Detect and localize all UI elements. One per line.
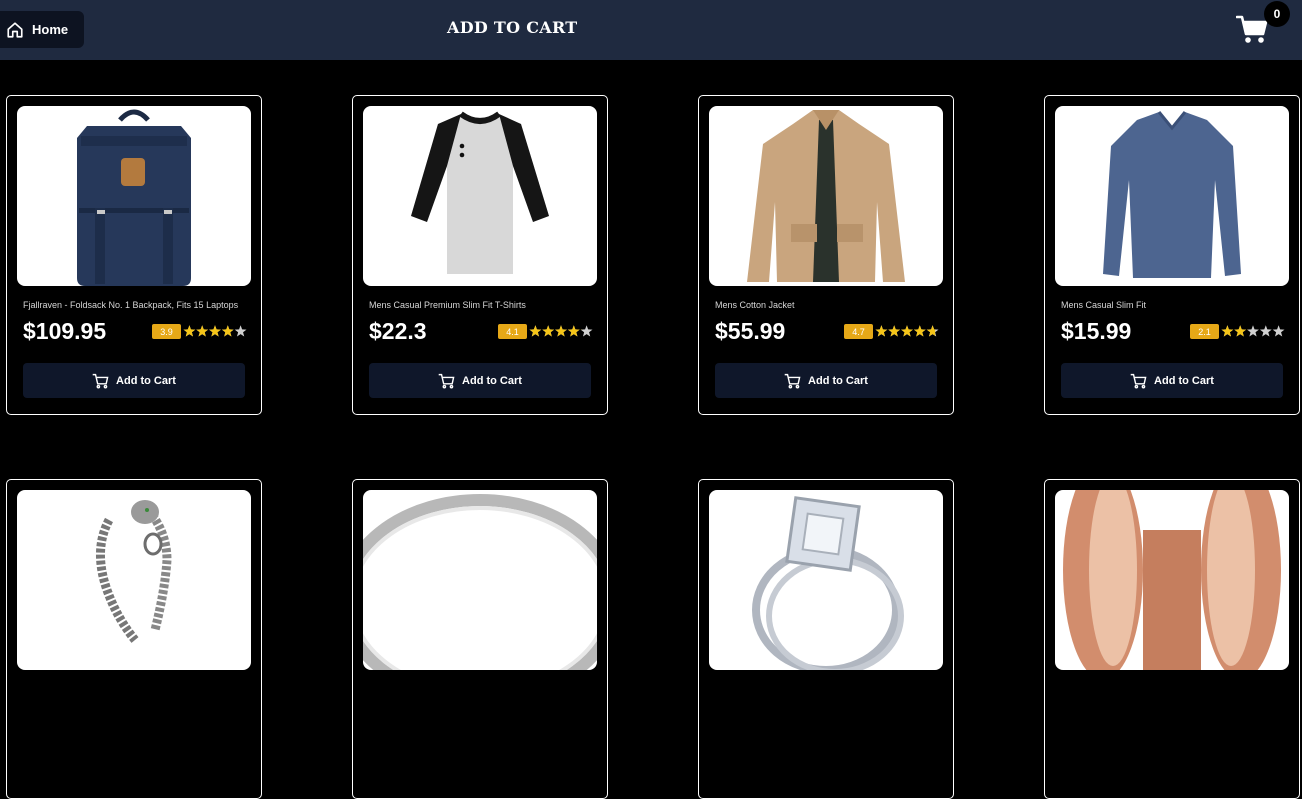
bracelet-image bbox=[95, 500, 172, 643]
product-title: Mens Casual Slim Fit bbox=[1061, 300, 1147, 310]
jacket-image bbox=[747, 110, 905, 282]
backpack-image bbox=[77, 109, 191, 286]
cart-icon bbox=[92, 373, 109, 389]
home-icon bbox=[7, 21, 23, 38]
star-rating bbox=[529, 325, 593, 337]
home-label: Home bbox=[32, 22, 69, 37]
rating-badge: 2.1 bbox=[1190, 324, 1219, 339]
star-empty bbox=[1259, 325, 1272, 337]
product-card: Mens Cotton Jacket $55.99 4.7 Add to Car… bbox=[698, 95, 954, 415]
star-empty bbox=[580, 325, 593, 337]
star-rating bbox=[875, 325, 939, 337]
product-price: $55.99 bbox=[715, 318, 786, 344]
product-image[interactable] bbox=[363, 490, 597, 670]
add-to-cart-label: Add to Cart bbox=[1154, 374, 1214, 387]
product-card bbox=[1044, 479, 1300, 799]
star-filled bbox=[901, 325, 913, 337]
star-filled bbox=[555, 325, 567, 337]
add-to-cart-button[interactable]: Add to Cart bbox=[369, 363, 591, 398]
add-to-cart-button[interactable]: Add to Cart bbox=[715, 363, 937, 398]
add-to-cart-label: Add to Cart bbox=[116, 374, 176, 387]
product-price: $15.99 bbox=[1061, 318, 1132, 344]
rating-badge: 3.9 bbox=[152, 324, 181, 339]
product-title: Mens Casual Premium Slim Fit T-Shirts bbox=[369, 300, 526, 310]
product-price: $22.3 bbox=[369, 318, 427, 344]
star-filled bbox=[567, 325, 580, 337]
star-filled bbox=[1234, 325, 1247, 337]
product-image[interactable] bbox=[17, 490, 251, 670]
page-title: ADD TO CART bbox=[447, 18, 578, 37]
star-filled bbox=[209, 325, 221, 337]
star-filled bbox=[196, 325, 209, 337]
product-image[interactable] bbox=[709, 106, 943, 286]
product-card bbox=[698, 479, 954, 799]
product-card: Mens Casual Premium Slim Fit T-Shirts $2… bbox=[352, 95, 608, 415]
star-filled bbox=[221, 325, 233, 337]
star-filled bbox=[1221, 325, 1234, 337]
product-title: Fjallraven - Foldsack No. 1 Backpack, Fi… bbox=[23, 300, 239, 310]
product-card: Mens Casual Slim Fit $15.99 2.1 Add to C… bbox=[1044, 95, 1300, 415]
long-sleeve-shirt-image bbox=[1103, 111, 1241, 278]
rating-badge: 4.7 bbox=[844, 324, 873, 339]
product-image[interactable] bbox=[1055, 490, 1289, 670]
product-card bbox=[6, 479, 262, 799]
add-to-cart-label: Add to Cart bbox=[808, 374, 868, 387]
star-rating bbox=[183, 325, 247, 337]
star-filled bbox=[529, 325, 542, 337]
star-empty bbox=[1272, 325, 1285, 337]
star-filled bbox=[875, 325, 888, 337]
product-price: $109.95 bbox=[23, 318, 107, 344]
product-card: Fjallraven - Foldsack No. 1 Backpack, Fi… bbox=[6, 95, 262, 415]
band-ring-image bbox=[363, 494, 597, 670]
cart-icon bbox=[438, 373, 455, 389]
tshirt-image bbox=[411, 111, 549, 274]
cart-icon bbox=[784, 373, 801, 389]
top-navbar: Home ADD TO CART 0 bbox=[0, 0, 1302, 60]
add-to-cart-button[interactable]: Add to Cart bbox=[23, 363, 245, 398]
star-filled bbox=[913, 325, 926, 337]
product-image[interactable] bbox=[709, 490, 943, 670]
star-rating bbox=[1221, 325, 1285, 337]
product-image[interactable] bbox=[17, 106, 251, 286]
engagement-ring-image bbox=[752, 496, 904, 670]
product-image[interactable] bbox=[363, 106, 597, 286]
cart-icon bbox=[1130, 373, 1147, 389]
star-filled bbox=[888, 325, 901, 337]
product-card bbox=[352, 479, 608, 799]
product-image[interactable] bbox=[1055, 106, 1289, 286]
star-empty bbox=[234, 325, 247, 337]
star-filled bbox=[542, 325, 555, 337]
star-empty bbox=[1247, 325, 1259, 337]
cart-count-badge: 0 bbox=[1264, 1, 1290, 27]
rose-gold-plugs-image bbox=[1063, 490, 1281, 670]
add-to-cart-label: Add to Cart bbox=[462, 374, 522, 387]
star-filled bbox=[183, 325, 196, 337]
product-title: Mens Cotton Jacket bbox=[715, 300, 795, 310]
home-button[interactable]: Home bbox=[0, 11, 84, 48]
rating-badge: 4.1 bbox=[498, 324, 527, 339]
add-to-cart-button[interactable]: Add to Cart bbox=[1061, 363, 1283, 398]
shopping-cart-icon[interactable] bbox=[1236, 14, 1268, 44]
